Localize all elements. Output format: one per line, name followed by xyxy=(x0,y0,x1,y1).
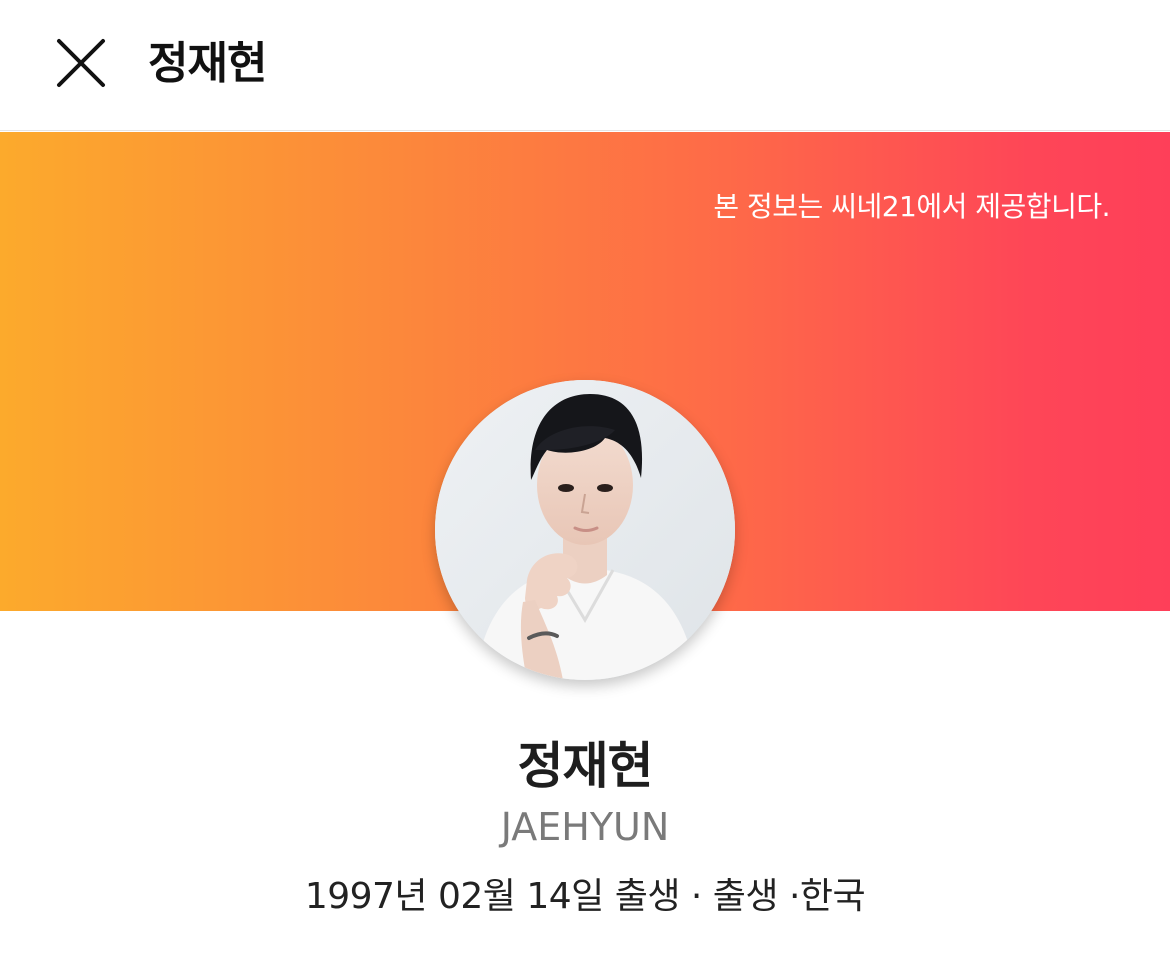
profile-birth-info: 1997년 02월 14일 출생 · 출생 ·한국 xyxy=(304,876,866,917)
person-info-page: 정재현 본 정보는 씨네21에서 제공합니다. 정재현 JAEHYUN 1997… xyxy=(0,0,1170,967)
page-title: 정재현 xyxy=(148,38,267,89)
header-bar: 정재현 xyxy=(0,0,1170,131)
profile-photo-image xyxy=(435,380,735,680)
source-credit-text: 본 정보는 씨네21에서 제공합니다. xyxy=(713,190,1110,223)
close-icon xyxy=(57,39,105,87)
avatar xyxy=(435,380,735,680)
profile-english-name: JAEHYUN xyxy=(500,805,670,849)
profile-name: 정재현 xyxy=(517,737,654,795)
close-button[interactable] xyxy=(48,30,114,96)
